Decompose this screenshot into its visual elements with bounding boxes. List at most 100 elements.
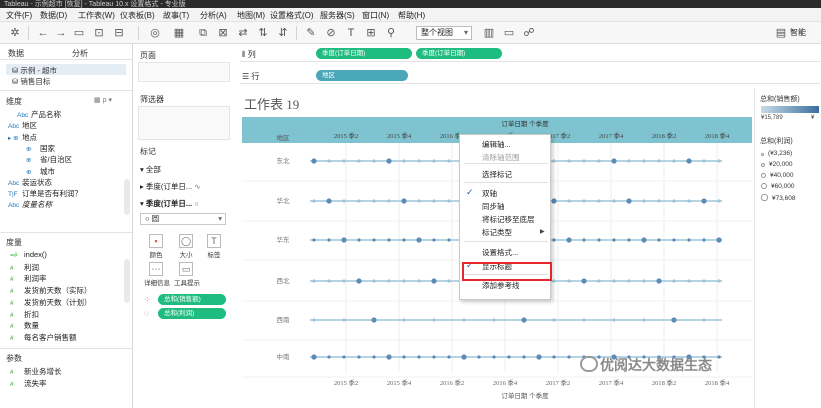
mark-point (611, 158, 617, 164)
mark-point (311, 354, 317, 360)
context-menu-item[interactable]: 选择标记 (482, 169, 512, 180)
context-menu-item[interactable]: 双轴 (482, 188, 497, 199)
mark-point (417, 159, 421, 163)
top-tick-label: 2017 季4 (599, 131, 624, 140)
size-legend-item[interactable]: ¥20,000 (761, 161, 793, 168)
mark-point (656, 278, 662, 284)
menu-separator (464, 241, 548, 242)
mark-point (477, 355, 481, 359)
context-menu-item[interactable]: 编辑轴... (482, 139, 511, 150)
mark-point (521, 317, 527, 323)
mark-point (597, 238, 601, 242)
mark-point (416, 237, 422, 243)
mark-point (357, 355, 361, 359)
bottom-tick-label: 2018 季2 (652, 378, 676, 387)
mark-point (357, 199, 361, 203)
mark-point (356, 278, 362, 284)
mark-point (717, 199, 721, 203)
bottom-tick-label: 2016 季2 (440, 378, 464, 387)
mark-point (567, 355, 571, 359)
mark-point (386, 354, 392, 360)
mark-point (567, 199, 571, 203)
size-legend-item[interactable]: ¥40,000 (761, 172, 794, 179)
mark-point (597, 279, 601, 283)
mark-point (642, 318, 646, 322)
size-dot-icon (761, 153, 764, 156)
mark-point (702, 318, 706, 322)
mark-point (357, 159, 361, 163)
mark-point (311, 158, 317, 164)
mark-point (402, 318, 406, 322)
context-menu-item[interactable]: 标记类型 (482, 227, 512, 238)
mark-point (672, 279, 676, 283)
context-menu-item[interactable]: 将标记移至底层 (482, 214, 535, 225)
mark-point (701, 198, 707, 204)
mark-point (447, 199, 451, 203)
bottom-tick-label: 2017 季4 (599, 378, 624, 387)
mark-point (582, 238, 586, 242)
mark-point (387, 279, 391, 283)
bottom-tick-label: 2015 季2 (334, 378, 358, 387)
menu-separator (464, 182, 548, 183)
size-legend-item[interactable]: ¥73,608 (761, 194, 796, 202)
show-title-highlight (462, 262, 552, 281)
mark-point (327, 279, 331, 283)
size-legend-item[interactable]: (¥3,236) (761, 150, 792, 157)
mark-point (642, 159, 646, 163)
size-dot-icon (761, 194, 768, 201)
mark-point (341, 237, 347, 243)
legend-pane: 总和(销售额) ¥15,789 ¥ 总和(利润) (¥3,236) ¥20,000… (754, 88, 821, 408)
mark-point (342, 279, 346, 283)
mark-point (552, 279, 556, 283)
mark-point (432, 318, 436, 322)
mark-point (567, 159, 571, 163)
mark-point (702, 159, 706, 163)
mark-point (387, 199, 391, 203)
size-dot-icon (761, 183, 767, 189)
mark-point (386, 158, 392, 164)
mark-point (657, 199, 661, 203)
mark-point (552, 238, 556, 242)
mark-point (551, 198, 557, 204)
size-legend-item[interactable]: ¥60,000 (761, 183, 795, 190)
mark-point (387, 238, 391, 242)
mark-point (417, 355, 421, 359)
mark-point (627, 159, 631, 163)
mark-point (447, 238, 451, 242)
top-tick-label: 2015 季2 (334, 131, 358, 140)
mark-point (672, 238, 676, 242)
mark-point (672, 199, 676, 203)
size-dot-icon (761, 163, 765, 167)
context-menu-item[interactable]: 设置格式... (482, 247, 518, 258)
mark-point (402, 159, 406, 163)
mark-point (342, 318, 346, 322)
top-tick-label: 2018 季4 (705, 131, 730, 140)
top-tick-label: 2015 季4 (387, 131, 412, 140)
mark-point (327, 159, 331, 163)
watermark: 优阅达大数据生态 (600, 357, 712, 373)
mark-point (657, 159, 661, 163)
row-header-label: 地区 (277, 133, 291, 142)
region-label: 西南 (277, 315, 291, 324)
mark-point (626, 198, 632, 204)
mark-point (552, 355, 556, 359)
mark-point (717, 159, 721, 163)
mark-point (522, 355, 526, 359)
context-menu-item[interactable]: 添加参考线 (482, 280, 520, 291)
mark-point (312, 279, 316, 283)
mark-point (372, 279, 376, 283)
mark-point (597, 159, 601, 163)
mark-point (342, 199, 346, 203)
mark-point (342, 355, 346, 359)
mark-point (686, 158, 692, 164)
mark-point (612, 238, 616, 242)
color-legend-min: ¥15,789 (761, 115, 783, 121)
checkmark-icon: ✓ (466, 187, 474, 197)
color-legend-ramp (761, 106, 819, 113)
context-menu-item[interactable]: 同步轴 (482, 201, 505, 212)
mark-point (552, 159, 556, 163)
region-label: 西北 (277, 277, 291, 285)
mark-point (417, 279, 421, 283)
mark-point (582, 159, 586, 163)
mark-point (372, 355, 376, 359)
